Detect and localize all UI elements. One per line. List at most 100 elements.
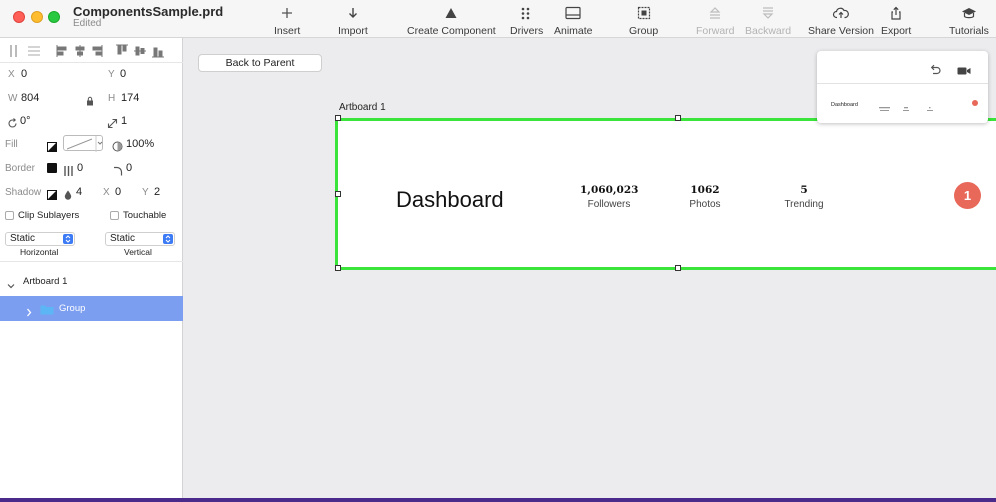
arrow-down-icon (346, 4, 360, 22)
shadow-x-field[interactable]: 0 (115, 186, 121, 198)
insert-button[interactable]: Insert (274, 4, 300, 37)
clip-sublayers-label: Clip Sublayers (18, 210, 80, 221)
y-field[interactable]: 0 (120, 68, 126, 80)
alignment-toolbar (8, 44, 183, 58)
fill-color-well[interactable] (63, 135, 103, 152)
shadow-blur-field[interactable]: 4 (76, 186, 82, 198)
blur-drop-icon (64, 187, 72, 205)
document-title: ComponentsSample.prd (73, 4, 224, 19)
resize-handle-middle-left[interactable] (335, 191, 341, 197)
group-button[interactable]: Group (629, 4, 658, 37)
export-label: Export (881, 25, 912, 37)
lock-icon[interactable] (86, 93, 94, 111)
border-label: Border (5, 163, 36, 174)
video-camera-icon[interactable] (957, 63, 971, 81)
vertical-constraint-select[interactable]: Static (105, 232, 175, 246)
resize-handle-bottom-center[interactable] (675, 265, 681, 271)
horizontal-constraint-select[interactable]: Static (5, 232, 75, 246)
width-field[interactable]: 804 (21, 92, 39, 104)
followers-count: 1,060,023 (580, 184, 639, 196)
shadow-x-label: X (103, 187, 110, 198)
photos-label: Photos (689, 199, 721, 210)
x-field[interactable]: 0 (21, 68, 27, 80)
chevron-right-icon[interactable] (25, 304, 33, 322)
touchable-checkbox[interactable] (110, 211, 119, 220)
height-field[interactable]: 174 (121, 92, 139, 104)
group-icon (637, 4, 651, 22)
scale-icon (107, 116, 118, 134)
corner-radius-field[interactable]: 0 (126, 162, 132, 174)
resize-handle-bottom-left[interactable] (335, 265, 341, 271)
align-icons-strip[interactable] (8, 44, 183, 58)
corner-radius-icon (113, 163, 123, 181)
clip-sublayers-checkbox[interactable] (5, 211, 14, 220)
undo-icon[interactable] (929, 62, 941, 80)
chevron-updown-icon (63, 234, 73, 244)
drivers-label: Drivers (510, 25, 544, 37)
border-color-swatch[interactable] (47, 163, 57, 173)
preview-badge (972, 100, 978, 106)
create-component-label: Create Component (407, 25, 496, 37)
inspector-panel: X 0 Y 0 W 804 H 174 0° 1 Fill 100% Borde… (0, 38, 183, 502)
import-button[interactable]: Import (338, 4, 368, 37)
fill-toggle-icon[interactable] (47, 139, 57, 157)
notification-badge: 1 (954, 182, 981, 209)
rotation-field[interactable]: 0° (20, 115, 31, 127)
document-status: Edited (73, 18, 102, 29)
close-window-button[interactable] (13, 11, 25, 23)
folder-icon (40, 302, 54, 320)
back-to-parent-button[interactable]: Back to Parent (198, 54, 322, 72)
minimize-window-button[interactable] (31, 11, 43, 23)
layer-name: Artboard 1 (23, 276, 68, 287)
photos-count: 1062 (690, 184, 720, 196)
backward-button[interactable]: Backward (745, 4, 791, 37)
scale-field[interactable]: 1 (121, 115, 127, 127)
rotation-icon (7, 116, 18, 134)
shadow-label: Shadow (5, 187, 42, 198)
shadow-y-field[interactable]: 2 (154, 186, 160, 198)
layer-row-artboard[interactable]: Artboard 1 (0, 274, 183, 292)
w-label: W (8, 93, 18, 104)
chevron-updown-icon (163, 234, 173, 244)
horizontal-label: Horizontal (20, 247, 59, 257)
animate-label: Animate (554, 25, 593, 37)
import-label: Import (338, 25, 368, 37)
artboard-label[interactable]: Artboard 1 (339, 102, 386, 113)
y-label: Y (108, 69, 115, 80)
fill-opacity-field[interactable]: 100% (126, 138, 154, 150)
cloud-upload-icon (832, 4, 850, 22)
drivers-button[interactable]: Drivers (510, 4, 543, 37)
group-label: Group (629, 25, 659, 37)
insert-label: Insert (274, 25, 301, 37)
preview-stats (879, 101, 949, 119)
border-width-icon (64, 163, 74, 181)
trending-label: Trending (784, 199, 824, 210)
backward-label: Backward (745, 25, 792, 37)
layer-name: Group (59, 303, 86, 314)
preview-window[interactable]: Dashboard (817, 51, 988, 123)
forward-button[interactable]: Forward (696, 4, 735, 37)
share-version-label: Share Version (808, 25, 874, 37)
animate-icon (565, 4, 581, 22)
border-width-field[interactable]: 0 (77, 162, 83, 174)
component-icon (444, 4, 458, 22)
horizontal-select-value: Static (10, 233, 36, 244)
resize-handle-top-center[interactable] (675, 115, 681, 121)
chevron-down-icon[interactable] (7, 277, 15, 295)
h-label: H (108, 93, 116, 104)
plus-icon (280, 4, 294, 22)
graduation-cap-icon (961, 4, 977, 22)
trending-count: 5 (800, 184, 808, 196)
shadow-toggle-icon[interactable] (47, 187, 57, 205)
forward-label: Forward (696, 25, 735, 37)
bring-forward-icon (708, 4, 722, 22)
resize-handle-top-left[interactable] (335, 115, 341, 121)
tutorials-button[interactable]: Tutorials (949, 4, 989, 37)
animate-button[interactable]: Animate (554, 4, 593, 37)
layer-row-group[interactable]: Group (0, 296, 183, 321)
create-component-button[interactable]: Create Component (407, 4, 496, 37)
opacity-icon (112, 139, 123, 157)
export-button[interactable]: Export (881, 4, 911, 37)
maximize-window-button[interactable] (48, 11, 60, 23)
share-version-button[interactable]: Share Version (808, 4, 874, 37)
